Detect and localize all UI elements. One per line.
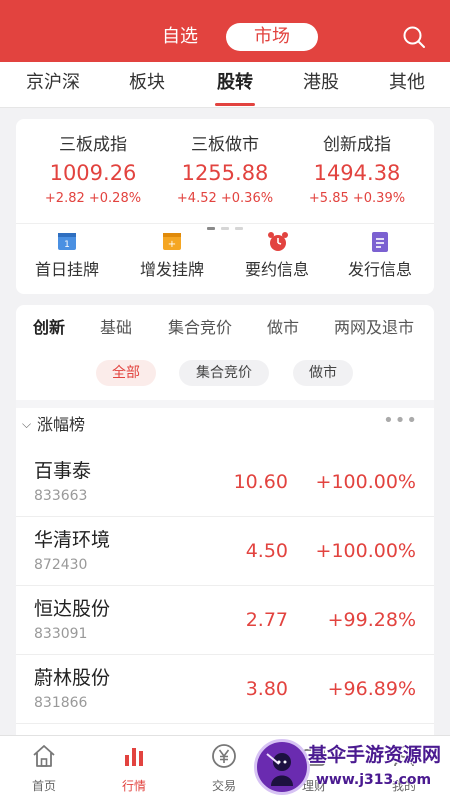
first-day-listing-button[interactable]: 1 首日挂牌 (17, 231, 117, 281)
stock-change-percent: +99.28% (327, 609, 416, 631)
index-change: +5.85 +0.39% (308, 191, 406, 206)
quick-action-label: 增发挂牌 (139, 260, 204, 279)
watermark-logo (254, 739, 310, 795)
alarm-clock-icon (267, 231, 288, 251)
search-button[interactable] (402, 25, 426, 49)
site-watermark: 基伞手游资源网 www.j313.com (250, 737, 450, 799)
divider (16, 223, 434, 224)
stock-code: 831866 (34, 695, 88, 711)
gainers-section-header[interactable]: ⌵ 涨幅榜 ••• (16, 400, 434, 444)
tab-guzhuan[interactable]: 股转 (192, 62, 278, 108)
home-icon (30, 742, 58, 770)
stock-code: 833091 (34, 626, 88, 642)
stock-row[interactable]: 恒达股份 833091 2.77 +99.28% (16, 586, 434, 655)
tab-guzhuan-label: 股转 (217, 72, 253, 93)
stock-row[interactable]: 华清环境 872430 4.50 +100.00% (16, 517, 434, 586)
tender-offer-button[interactable]: 要约信息 (227, 231, 327, 281)
trading-mode-filters: 全部 集合竞价 做市 (16, 360, 434, 388)
index-chuangxin-chengzhi[interactable]: 创新成指 1494.38 +5.85 +0.39% (287, 133, 427, 208)
subtab-liangwang-tuishi[interactable]: 两网及退市 (334, 317, 414, 339)
stock-name: 华清环境 (34, 529, 111, 551)
index-change: +4.52 +0.36% (176, 191, 274, 206)
stock-price: 2.77 (245, 609, 288, 631)
issuance-info-button[interactable]: 发行信息 (330, 231, 430, 281)
stock-name: 百事泰 (34, 460, 92, 482)
stock-change-percent: +96.89% (327, 678, 416, 700)
index-summary-card: 三板成指 1009.26 +2.82 +0.28% 三板做市 1255.88 +… (16, 119, 434, 294)
carousel-dot (235, 227, 243, 230)
subtab-jihe-jingjia[interactable]: 集合竞价 (168, 317, 232, 339)
svg-text:1: 1 (64, 240, 70, 250)
watermark-title: 基伞手游资源网 (308, 744, 442, 766)
calendar-icon: 1 (57, 231, 77, 251)
stock-price: 4.50 (245, 540, 288, 562)
more-icon[interactable]: ••• (383, 410, 418, 431)
subtab-jichu[interactable]: 基础 (100, 317, 132, 339)
stock-code: 872430 (34, 557, 88, 573)
stock-change-percent: +100.00% (315, 471, 416, 493)
nav-trade[interactable]: 交易 (194, 742, 254, 794)
stock-change-percent: +100.00% (315, 540, 416, 562)
nav-label: 行情 (121, 779, 146, 793)
carousel-dot (207, 227, 215, 230)
svg-text:+: + (168, 239, 176, 250)
nav-home[interactable]: 首页 (14, 742, 74, 794)
tab-watchlist[interactable]: 自选 (152, 23, 208, 51)
index-name: 创新成指 (323, 135, 391, 155)
additional-listing-button[interactable]: + 增发挂牌 (122, 231, 222, 281)
section-title: 涨幅榜 (37, 415, 86, 434)
watermark-url: www.j313.com (316, 772, 432, 788)
nav-label: 首页 (31, 779, 56, 793)
nav-market[interactable]: 行情 (104, 742, 164, 794)
index-value: 1009.26 (49, 161, 137, 185)
tier-tabs: 创新 基础 集合竞价 做市 两网及退市 (16, 305, 434, 351)
stock-name: 蔚林股份 (34, 667, 111, 689)
stock-row[interactable]: 蔚林股份 831866 3.80 +96.89% (16, 655, 434, 724)
tab-ganggu[interactable]: 港股 (278, 62, 364, 108)
bar-chart-icon (120, 742, 148, 770)
index-sanban-chengzhi[interactable]: 三板成指 1009.26 +2.82 +0.28% (23, 133, 163, 208)
stock-price: 10.60 (233, 471, 288, 493)
index-value: 1494.38 (313, 161, 401, 185)
search-icon (403, 26, 425, 48)
document-icon (370, 231, 390, 252)
yen-icon (210, 742, 238, 770)
index-sanban-zuoshi[interactable]: 三板做市 1255.88 +4.52 +0.36% (155, 133, 295, 208)
index-name: 三板做市 (191, 135, 259, 155)
quick-action-label: 首日挂牌 (34, 260, 99, 279)
stock-code: 833663 (34, 488, 88, 504)
chevron-down-icon: ⌵ (22, 417, 32, 431)
app-header: 自选 市场 (0, 0, 450, 62)
filter-all[interactable]: 全部 (96, 360, 156, 386)
stock-row[interactable]: 百事泰 833663 10.60 +100.00% (16, 448, 434, 517)
quick-action-label: 发行信息 (347, 260, 412, 279)
market-category-tabs: 京沪深 板块 股转 港股 其他 (0, 62, 450, 108)
subtab-chuangxin[interactable]: 创新 (33, 317, 65, 339)
tab-qita[interactable]: 其他 (364, 62, 450, 108)
stock-price: 3.80 (245, 678, 288, 700)
tab-jinghushen[interactable]: 京沪深 (10, 62, 96, 108)
add-calendar-icon: + (162, 231, 182, 251)
index-value: 1255.88 (181, 161, 269, 185)
filter-zuoshi[interactable]: 做市 (293, 360, 353, 386)
index-name: 三板成指 (59, 135, 127, 155)
carousel-dot (221, 227, 229, 230)
nav-label: 交易 (211, 779, 236, 793)
stock-name: 恒达股份 (34, 598, 111, 620)
tab-bankuai[interactable]: 板块 (104, 62, 190, 108)
stock-list-card: 创新 基础 集合竞价 做市 两网及退市 全部 集合竞价 做市 ⌵ 涨幅榜 •••… (16, 305, 434, 735)
index-change: +2.82 +0.28% (44, 191, 142, 206)
tab-market[interactable]: 市场 (226, 23, 318, 51)
subtab-zuoshi[interactable]: 做市 (267, 317, 299, 339)
quick-action-label: 要约信息 (244, 260, 309, 279)
filter-jihe-jingjia[interactable]: 集合竞价 (179, 360, 269, 386)
active-tab-indicator (215, 103, 255, 106)
